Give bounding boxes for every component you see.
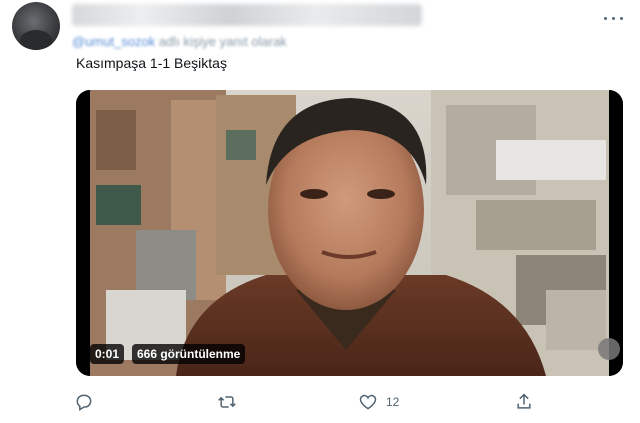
retweet-button[interactable]: [216, 390, 246, 414]
video-elapsed-time: 0:01: [90, 344, 125, 364]
video-frame: [76, 90, 623, 376]
tweet-card: @umut_sozok adlı kişiye yanıt olarak Kas…: [0, 0, 640, 423]
share-icon: [517, 393, 531, 409]
tweet-actions-bar: 12: [72, 390, 552, 414]
like-button[interactable]: 12: [358, 390, 399, 414]
more-options-button[interactable]: [600, 8, 628, 28]
heart-icon: [359, 394, 377, 410]
reply-icon: [76, 394, 92, 411]
like-count: 12: [386, 395, 400, 409]
author-name-blurred[interactable]: [72, 4, 422, 26]
volume-icon[interactable]: [598, 338, 620, 360]
share-button[interactable]: [514, 390, 534, 414]
reply-button[interactable]: [74, 390, 102, 414]
reply-handle-link[interactable]: @umut_sozok: [72, 34, 155, 49]
avatar[interactable]: [12, 2, 60, 50]
more-horizontal-icon: [604, 17, 607, 20]
reply-context-text: adlı kişiye yanıt olarak: [155, 34, 287, 49]
retweet-icon: [218, 396, 236, 408]
video-player[interactable]: 0:01 666 görüntülenme: [76, 90, 623, 376]
reply-context: @umut_sozok adlı kişiye yanıt olarak: [72, 34, 342, 50]
tweet-text: Kasımpaşa 1-1 Beşiktaş: [76, 55, 227, 71]
video-view-count: 666 görüntülenme: [132, 344, 246, 364]
